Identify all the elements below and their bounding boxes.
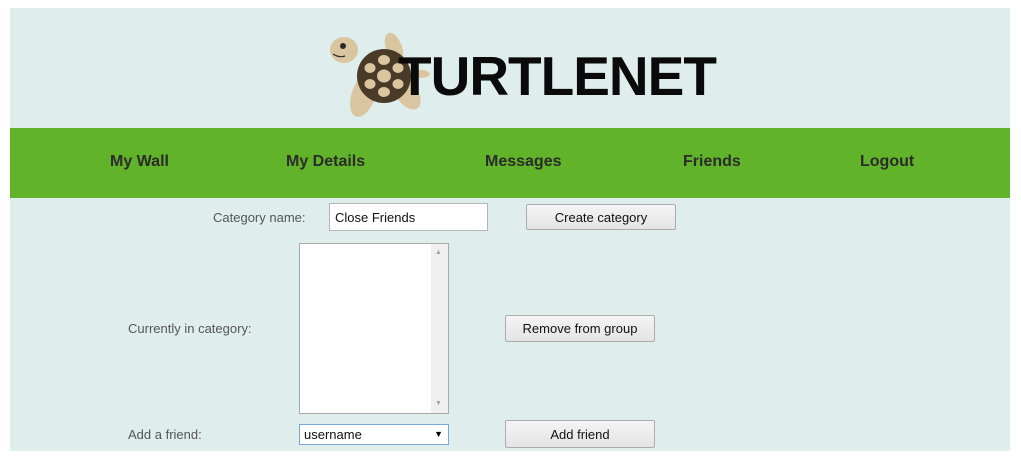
add-friend-label: Add a friend: [128,427,202,442]
page: TURTLENET My Wall My Details Messages Fr… [10,8,1010,451]
category-name-label: Category name: [213,210,306,225]
header: TURTLENET [10,8,1010,128]
nav-item-my-wall[interactable]: My Wall [110,128,169,198]
nav-item-logout[interactable]: Logout [860,128,914,198]
scroll-up-arrow-icon[interactable]: ▲ [435,249,442,257]
logo-text: TURTLENET [398,45,717,107]
chevron-down-icon: ▼ [434,429,443,439]
scroll-down-arrow-icon[interactable]: ▼ [435,400,442,408]
currently-in-category-label: Currently in category: [128,321,252,336]
friend-select-value: username [304,427,362,442]
remove-from-group-button[interactable]: Remove from group [505,315,655,342]
add-friend-button[interactable]: Add friend [505,420,655,448]
nav-bar: My Wall My Details Messages Friends Logo… [10,128,1010,198]
nav-item-friends[interactable]: Friends [683,128,741,198]
nav-item-messages[interactable]: Messages [485,128,562,198]
category-name-input[interactable] [329,203,488,231]
friend-select[interactable]: username ▼ [299,424,449,445]
listbox-scrollbar[interactable]: ▲ ▼ [431,244,448,413]
create-category-button[interactable]: Create category [526,204,676,230]
nav-item-my-details[interactable]: My Details [286,128,365,198]
category-members-listbox[interactable]: ▲ ▼ [299,243,449,414]
